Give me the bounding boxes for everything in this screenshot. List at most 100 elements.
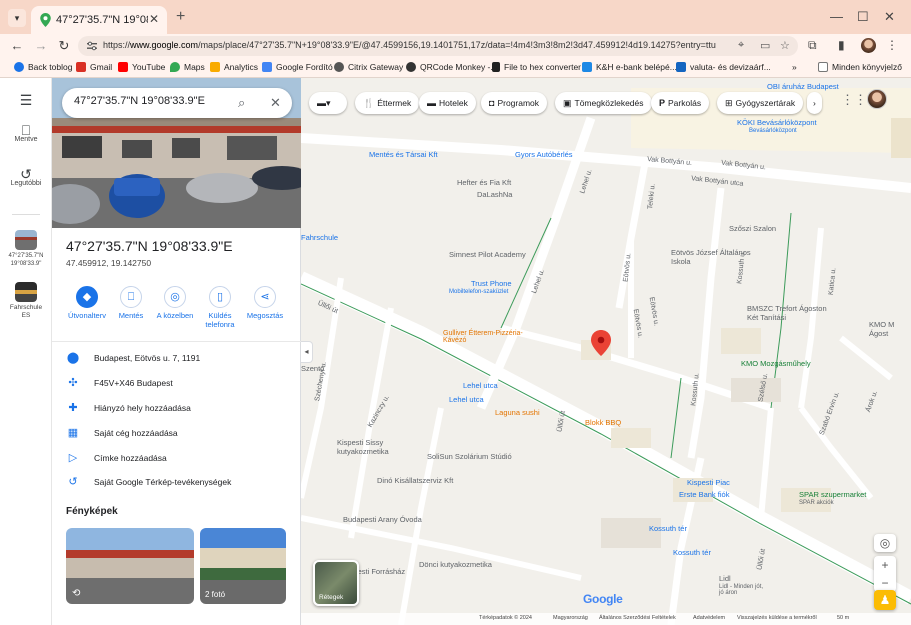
terms-link[interactable]: Általános Szerződési Feltételek — [599, 615, 676, 621]
poi-label[interactable]: Eötvös József Általános Iskola — [671, 248, 761, 266]
info-add-business[interactable]: ▦ Saját cég hozzáadása — [52, 423, 301, 445]
map-layers-menu-button[interactable]: ▬▾ — [309, 92, 347, 114]
street-view-pegman[interactable]: ♟ — [874, 590, 896, 610]
bookmark-item[interactable]: K&H e-bank belépé... — [582, 62, 677, 72]
search-input[interactable] — [74, 95, 234, 107]
address-bar[interactable]: https://www.google.com/maps/place/47°27'… — [78, 36, 798, 56]
poi-label[interactable]: Gyors Autóbérlés — [515, 150, 573, 159]
chip-pharmacy[interactable]: ⊞ Gyógyszertárak — [717, 92, 804, 114]
poi-label[interactable]: Lehel utca — [463, 381, 498, 390]
directions-button[interactable]: ◆ Útvonalterv — [62, 286, 112, 320]
bookmark-item[interactable]: File to hex converter — [492, 62, 581, 72]
maximize-button[interactable]: ☐ — [857, 9, 869, 25]
bookmark-item[interactable]: Maps — [170, 62, 205, 72]
side-panel-icon[interactable]: ▮ — [838, 38, 845, 52]
rail-menu-button[interactable]: ☰ — [0, 93, 52, 107]
chip-things-to-do[interactable]: ◘ Programok — [481, 92, 548, 114]
site-info-icon[interactable] — [86, 40, 98, 52]
poi-label[interactable]: Gulliver Étterem-Pizzéria-Kávézó — [443, 330, 543, 344]
collapse-panel-button[interactable]: ◂ — [301, 341, 313, 363]
close-window-button[interactable]: ✕ — [884, 9, 895, 25]
chip-transit[interactable]: ▣ Tömegközlekedés — [555, 92, 652, 114]
info-add-missing-place[interactable]: ✚ Hiányzó hely hozzáadása — [52, 398, 301, 420]
share-button[interactable]: ⋖ Megosztás — [240, 286, 290, 320]
new-tab-button[interactable]: + — [176, 8, 185, 26]
info-address[interactable]: ⬤ Budapest, Eötvös u. 7, 1191 — [52, 348, 301, 370]
poi-label[interactable]: KMO M Ágost — [869, 320, 909, 338]
browser-menu-icon[interactable]: ⋮ — [886, 38, 898, 52]
chip-restaurants[interactable]: 🍴 Éttermek — [355, 92, 420, 114]
zoom-in-button[interactable]: + — [874, 556, 896, 574]
poi-label[interactable]: Dinó Kisállatszerviz Kft — [377, 476, 453, 485]
country-link[interactable]: Magyarország — [553, 615, 588, 621]
rail-recent-button[interactable]: ↺ Legutóbbi — [0, 167, 52, 188]
poi-label[interactable]: Fahrschule — [301, 233, 338, 242]
feedback-link[interactable]: Visszajelzés küldése a termékről — [737, 615, 817, 621]
account-avatar[interactable] — [867, 89, 887, 109]
poi-label[interactable]: Lidl - Minden jót, jó áron — [719, 584, 769, 596]
rail-recent-place[interactable]: Fahrschule ES — [0, 282, 52, 320]
save-button[interactable]: ⎕ Mentés — [106, 286, 156, 320]
chip-hotels[interactable]: ▬ Hotelek — [419, 92, 476, 114]
poi-label[interactable]: Bevásárlóközpont — [749, 128, 797, 134]
rail-saved-button[interactable]: ⎕ Mentve — [0, 123, 52, 144]
bookmark-item[interactable]: QRCode Monkey -... — [406, 62, 497, 72]
poi-label[interactable]: KÖKI Bevásárlóközpont — [737, 118, 817, 127]
poi-label[interactable]: Kossuth tér — [649, 524, 687, 533]
reload-button[interactable]: ↻ — [55, 38, 73, 54]
search-icon[interactable]: ⌕ — [238, 95, 245, 111]
info-maps-activity[interactable]: ↺ Saját Google Térkép-tevékenységek — [52, 472, 301, 494]
poi-label[interactable]: Blokk BBQ — [585, 418, 621, 427]
poi-label[interactable]: SPAR akciók — [799, 500, 834, 506]
chips-next-button[interactable]: › — [807, 92, 822, 114]
poi-label[interactable]: Lehel utca — [449, 395, 484, 404]
poi-label[interactable]: Kispesti Piac — [687, 478, 730, 487]
nearby-button[interactable]: ◎ A közelben — [150, 286, 200, 320]
poi-label[interactable]: Dönci kutyakozmetika — [419, 560, 492, 569]
chip-parking[interactable]: P Parkolás — [651, 92, 710, 114]
place-hero-photo[interactable]: ⌕ ✕ — [52, 78, 301, 228]
tab-close-icon[interactable]: ✕ — [149, 12, 159, 26]
poi-label[interactable]: Lidl — [719, 574, 731, 583]
install-app-icon[interactable]: ▭ — [760, 39, 770, 52]
bookmarks-overflow-icon[interactable]: » — [792, 62, 797, 72]
poi-label[interactable]: DaLashNa — [477, 190, 512, 199]
close-icon[interactable]: ✕ — [270, 95, 281, 111]
poi-label[interactable]: Laguna sushi — [495, 408, 540, 417]
poi-label[interactable]: Szentó — [301, 364, 324, 373]
poi-label[interactable]: Hefter és Fia Kft — [457, 178, 511, 187]
photo-gallery[interactable]: 2 fotó — [200, 528, 286, 604]
poi-label[interactable]: Simnest Pilot Academy — [449, 250, 526, 259]
rail-recent-place[interactable]: 47°27'35.7"N 19°08'33.9" — [0, 230, 52, 268]
info-add-label[interactable]: ▷ Címke hozzáadása — [52, 448, 301, 470]
map-canvas[interactable]: ▬▾ 🍴 Éttermek ▬ Hotelek ◘ Programok ▣ Tömegk… — [301, 78, 911, 625]
poi-label[interactable]: Budapesti Arany Óvoda — [343, 515, 422, 524]
bookmark-item[interactable]: Back toblog — [14, 62, 72, 72]
poi-label[interactable]: Trust Phone — [471, 279, 512, 288]
poi-label[interactable]: Szőszi Szalon — [729, 224, 776, 233]
minimize-button[interactable]: — — [830, 9, 843, 24]
bookmark-item[interactable]: Google Fordító — [262, 62, 333, 72]
info-plus-code[interactable]: ✣ F45V+X46 Budapest — [52, 373, 301, 395]
bookmark-item[interactable]: valuta- és devizaárf... — [676, 62, 771, 72]
my-location-button[interactable]: ◎ — [874, 534, 896, 552]
poi-label[interactable]: BMSZC Trefort Ágoston Két Tanítási — [747, 304, 837, 322]
layers-button[interactable]: Rétegek — [313, 560, 359, 606]
forward-button[interactable]: → — [32, 38, 50, 53]
privacy-link[interactable]: Adatvédelem — [693, 615, 725, 621]
back-button[interactable]: ← — [8, 38, 26, 53]
browser-profile-avatar[interactable] — [861, 38, 876, 53]
extensions-icon[interactable]: ⧉ — [808, 38, 817, 53]
scale-label[interactable]: 50 m — [837, 615, 849, 621]
bookmark-item[interactable]: Analytics — [210, 62, 258, 72]
bookmark-item[interactable]: YouTube — [118, 62, 165, 72]
bookmark-item[interactable]: Citrix Gateway — [334, 62, 403, 72]
poi-label[interactable]: Mobiltelefon-szaküzlet — [449, 289, 508, 295]
poi-label[interactable]: SPAR szupermarket — [799, 490, 866, 499]
location-icon[interactable]: ⌖ — [738, 39, 744, 52]
browser-tab-active[interactable]: 47°27'35.7"N 19°08'33.9"E – Go ✕ — [31, 6, 167, 34]
poi-label[interactable]: Mentés és Társai Kft — [369, 150, 438, 159]
all-bookmarks-folder[interactable]: Minden könyvjelző — [818, 62, 902, 72]
photo-street-view[interactable]: ⟲ — [66, 528, 194, 604]
poi-label[interactable]: Kossuth tér — [673, 548, 711, 557]
